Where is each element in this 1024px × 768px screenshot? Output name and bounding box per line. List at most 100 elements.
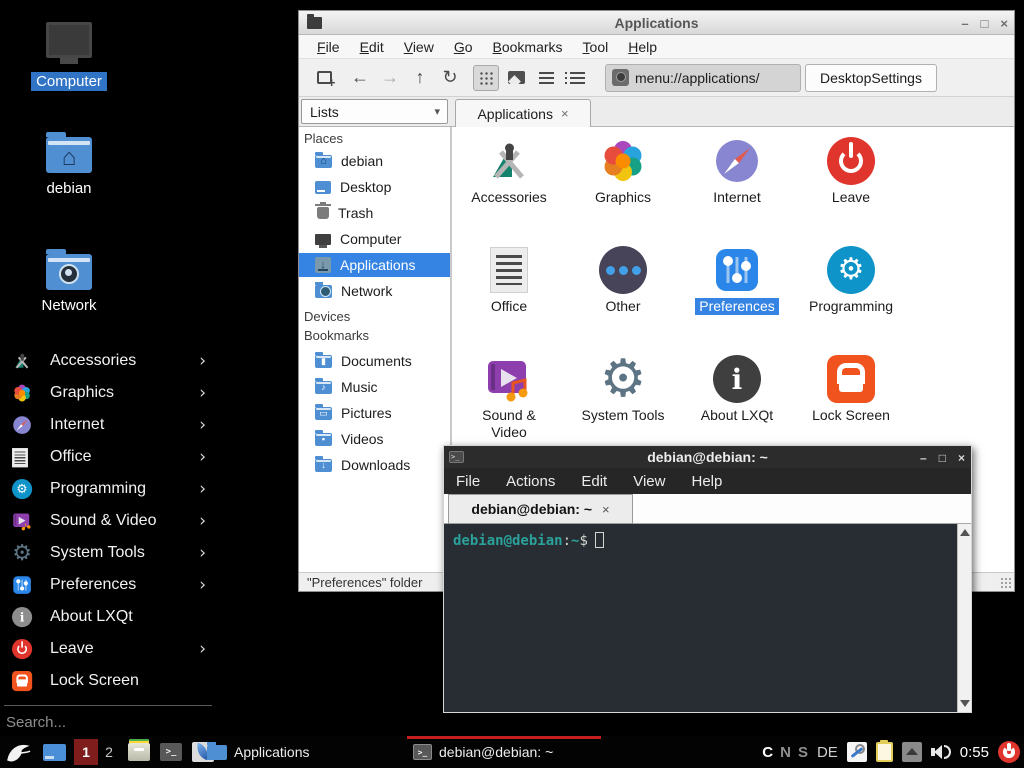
app-preferences[interactable]: Preferences bbox=[682, 246, 792, 316]
app-accessories[interactable]: Accessories bbox=[454, 137, 564, 207]
minimize-button[interactable]: – bbox=[920, 452, 927, 464]
fm-titlebar[interactable]: Applications – □ × bbox=[299, 11, 1014, 35]
clock[interactable]: 0:55 bbox=[960, 744, 989, 761]
detailed-list-view-button[interactable] bbox=[531, 64, 561, 92]
term-menu-edit[interactable]: Edit bbox=[581, 473, 607, 490]
close-button[interactable]: × bbox=[958, 452, 965, 464]
maximize-button[interactable]: □ bbox=[981, 17, 989, 30]
programming-icon: ⚙ bbox=[12, 479, 32, 499]
maximize-button[interactable]: □ bbox=[939, 452, 946, 464]
menu-item-programming[interactable]: ⚙ Programming › bbox=[0, 473, 216, 505]
sidebar-item-computer[interactable]: Computer bbox=[299, 227, 450, 251]
terminal-scrollbar[interactable] bbox=[957, 524, 971, 712]
main-menu-button[interactable] bbox=[4, 737, 34, 767]
keyboard-indicators[interactable]: C N S bbox=[762, 744, 808, 761]
home-folder-icon: ⌂ bbox=[46, 137, 92, 173]
app-system-tools[interactable]: ⚙ System Tools bbox=[568, 355, 678, 425]
minimize-button[interactable]: – bbox=[961, 17, 968, 30]
menu-item-office[interactable]: Office › bbox=[0, 441, 216, 473]
menu-item-preferences[interactable]: Preferences › bbox=[0, 569, 216, 601]
quicklaunch-file-manager[interactable] bbox=[128, 743, 150, 761]
workspace-1-button[interactable]: 1 bbox=[74, 739, 98, 765]
address-bar[interactable]: menu://applications/ bbox=[605, 64, 801, 92]
show-desktop-button[interactable] bbox=[43, 744, 66, 761]
sidebar-item-music[interactable]: ♪Music bbox=[299, 375, 450, 399]
menu-item-about-lxqt[interactable]: i About LXQt bbox=[0, 601, 216, 633]
menu-item-internet[interactable]: Internet › bbox=[0, 409, 216, 441]
screenshot-tray-icon[interactable] bbox=[847, 742, 867, 762]
term-menu-actions[interactable]: Actions bbox=[506, 473, 555, 490]
app-graphics[interactable]: Graphics bbox=[568, 137, 678, 207]
volume-icon[interactable] bbox=[931, 745, 951, 759]
fm-menu-edit[interactable]: Edit bbox=[352, 37, 392, 57]
thumbnail-view-button[interactable] bbox=[501, 64, 531, 92]
sidebar-item-downloads[interactable]: ↓Downloads bbox=[299, 453, 450, 477]
app-lock-screen[interactable]: Lock Screen bbox=[796, 355, 906, 425]
fm-menu-tool[interactable]: Tool bbox=[575, 37, 617, 57]
sidebar-item-desktop[interactable]: Desktop bbox=[299, 175, 450, 199]
terminal-screen[interactable]: debian@debian:~$ bbox=[444, 524, 971, 712]
menu-item-leave[interactable]: Leave › bbox=[0, 633, 216, 665]
menu-item-lock-screen[interactable]: Lock Screen bbox=[0, 665, 216, 697]
sidebar-item-trash[interactable]: Trash bbox=[299, 201, 450, 225]
side-pane-selector[interactable]: Lists ▾ bbox=[301, 99, 448, 124]
terminal-tab[interactable]: debian@debian: ~ × bbox=[448, 494, 633, 524]
scroll-up-icon[interactable] bbox=[960, 529, 970, 536]
forward-button[interactable]: → bbox=[375, 64, 405, 92]
new-tab-button[interactable] bbox=[309, 64, 339, 92]
icon-view-button[interactable] bbox=[473, 65, 499, 91]
sidebar-item-documents[interactable]: ▮Documents bbox=[299, 349, 450, 373]
menu-item-graphics[interactable]: Graphics › bbox=[0, 377, 216, 409]
term-menu-help[interactable]: Help bbox=[691, 473, 722, 490]
desktop-icon-debian[interactable]: ⌂ debian bbox=[27, 137, 111, 198]
taskbar-task-terminal[interactable]: >_ debian@debian: ~ bbox=[413, 736, 601, 768]
desktop-icon-label: debian bbox=[41, 179, 96, 198]
desktop-icon-network[interactable]: Network bbox=[27, 254, 111, 315]
app-other[interactable]: Other bbox=[568, 246, 678, 316]
tab-close-icon[interactable]: × bbox=[561, 106, 569, 121]
trash-icon bbox=[317, 207, 329, 219]
menu-search-input[interactable] bbox=[6, 711, 206, 733]
fm-menu-file[interactable]: File bbox=[309, 37, 348, 57]
resize-grip[interactable] bbox=[1000, 577, 1012, 589]
app-sound-video[interactable]: Sound & Video bbox=[454, 355, 564, 442]
fm-menu-go[interactable]: Go bbox=[446, 37, 481, 57]
clipboard-tray-icon[interactable] bbox=[876, 742, 893, 762]
app-leave[interactable]: Leave bbox=[796, 137, 906, 207]
term-menu-view[interactable]: View bbox=[633, 473, 665, 490]
eject-tray-icon[interactable] bbox=[902, 742, 922, 762]
tab-applications[interactable]: Applications × bbox=[455, 99, 591, 127]
scroll-down-icon[interactable] bbox=[960, 700, 970, 707]
close-button[interactable]: × bbox=[1000, 17, 1008, 30]
sidebar-item-videos[interactable]: ▪Videos bbox=[299, 427, 450, 451]
up-button[interactable]: ↑ bbox=[405, 64, 435, 92]
sidebar-item-pictures[interactable]: ▭Pictures bbox=[299, 401, 450, 425]
fm-menu-view[interactable]: View bbox=[396, 37, 442, 57]
fm-menu-help[interactable]: Help bbox=[620, 37, 665, 57]
app-about-lxqt[interactable]: i About LXQt bbox=[682, 355, 792, 425]
taskbar-task-applications[interactable]: Applications bbox=[207, 736, 397, 768]
keyboard-layout[interactable]: DE bbox=[817, 744, 838, 761]
power-icon bbox=[827, 137, 875, 185]
menu-item-system-tools[interactable]: ⚙ System Tools › bbox=[0, 537, 216, 569]
app-programming[interactable]: ⚙ Programming bbox=[796, 246, 906, 316]
desktop-icon-computer[interactable]: Computer bbox=[27, 22, 111, 91]
back-button[interactable]: ← bbox=[345, 64, 375, 92]
reload-button[interactable]: ↻ bbox=[435, 64, 465, 92]
power-button[interactable] bbox=[998, 741, 1020, 763]
menu-item-accessories[interactable]: Accessories › bbox=[0, 345, 216, 377]
term-menu-file[interactable]: File bbox=[456, 473, 480, 490]
sidebar-item-debian[interactable]: ⌂debian bbox=[299, 149, 450, 173]
app-office[interactable]: Office bbox=[454, 246, 564, 316]
sidebar-item-applications[interactable]: ↓Applications bbox=[299, 253, 450, 277]
sidebar-item-network[interactable]: Network bbox=[299, 279, 450, 303]
fm-menu-bookmarks[interactable]: Bookmarks bbox=[485, 37, 571, 57]
tab-close-icon[interactable]: × bbox=[602, 502, 610, 517]
compact-view-button[interactable] bbox=[561, 64, 591, 92]
quicklaunch-terminal[interactable]: >_ bbox=[160, 743, 182, 761]
app-internet[interactable]: Internet bbox=[682, 137, 792, 207]
menu-item-sound-video[interactable]: ♪ Sound & Video › bbox=[0, 505, 216, 537]
terminal-titlebar[interactable]: >_ debian@debian: ~ – □ × bbox=[444, 446, 971, 468]
workspace-2-button[interactable]: 2 bbox=[100, 739, 118, 765]
desktop-settings-button[interactable]: DesktopSettings bbox=[805, 64, 937, 92]
